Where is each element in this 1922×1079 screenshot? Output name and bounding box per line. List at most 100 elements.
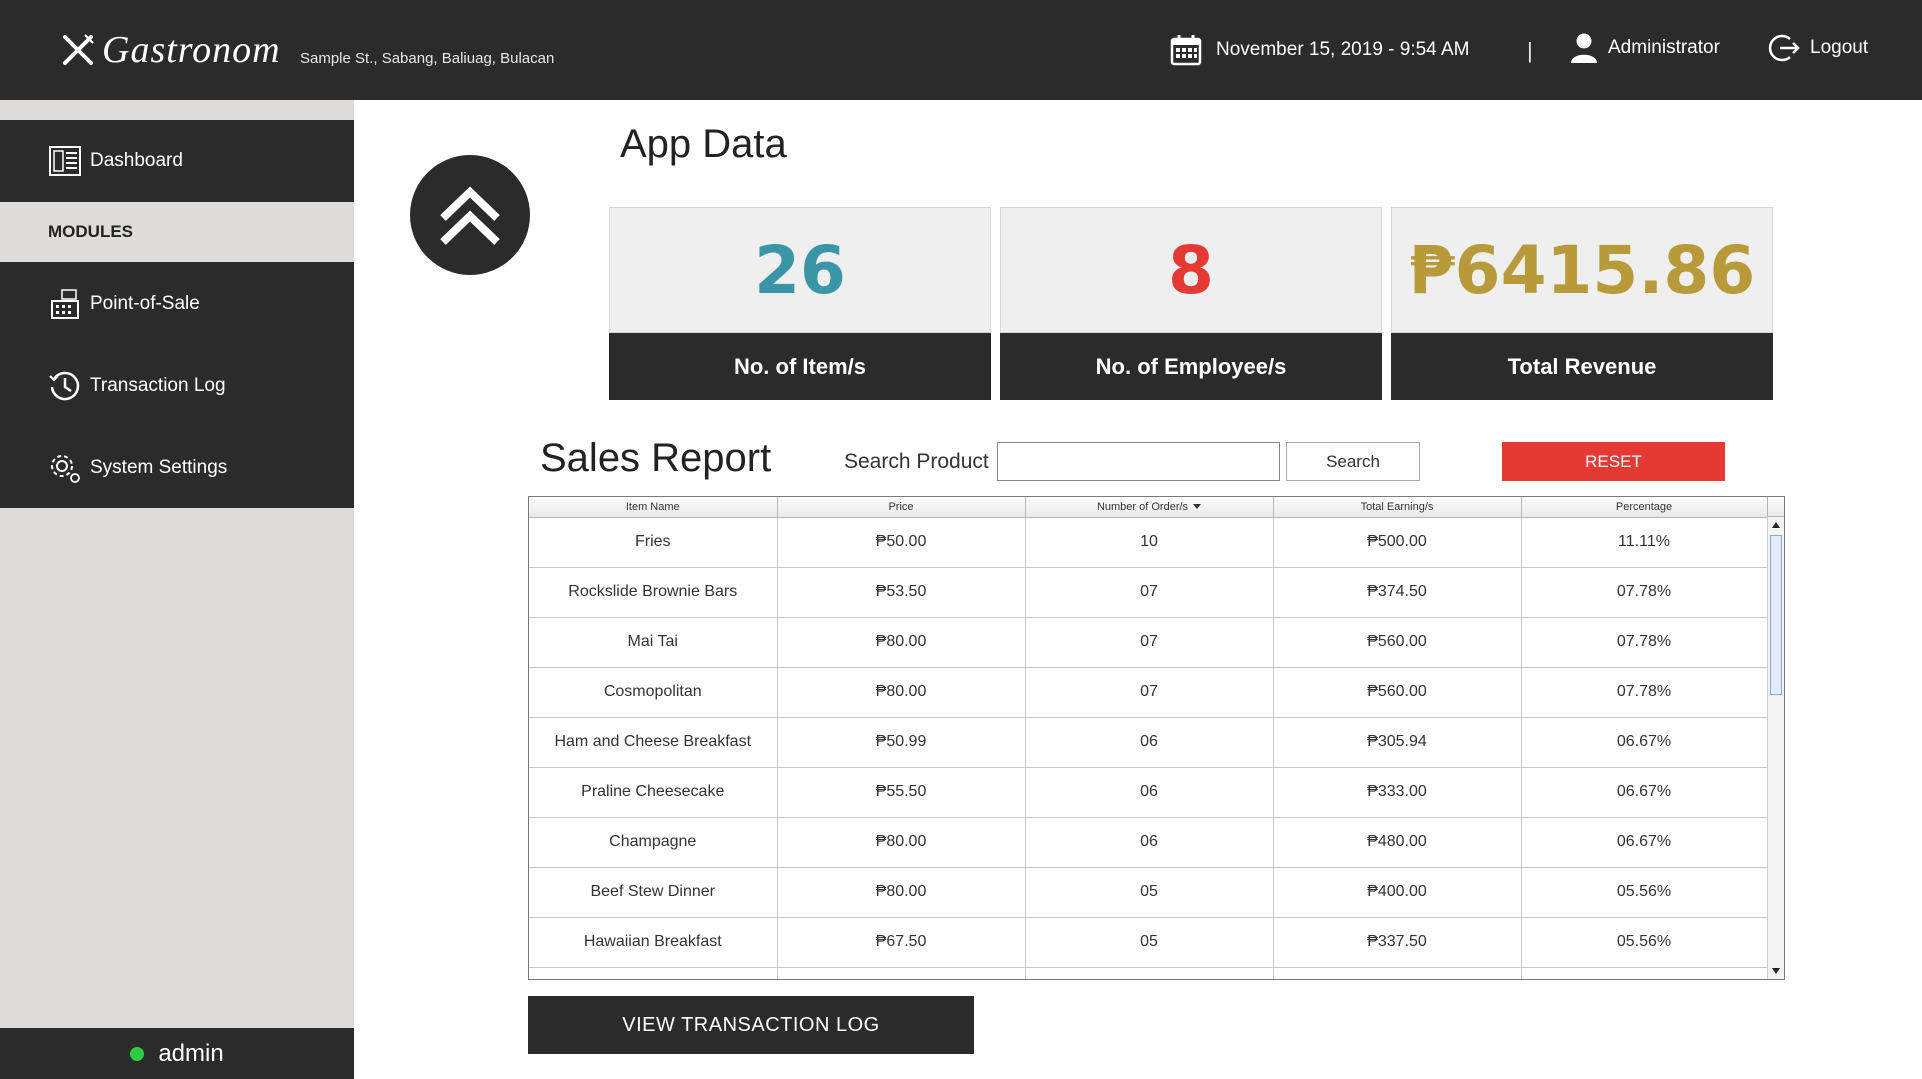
- table-cell: Cosmopolitan: [529, 667, 778, 718]
- table-row[interactable]: Mai Tai ₱80.00 07 ₱560.00 07.78%: [529, 617, 1768, 668]
- table-cell: 07: [1025, 567, 1274, 618]
- logout-icon: [1768, 34, 1800, 62]
- clock-icon: [49, 371, 80, 401]
- table-cell: ₱67.50: [777, 917, 1026, 968]
- brand: Gastronom: [60, 28, 281, 72]
- table-cell: [777, 967, 1026, 979]
- table-cell: 07.78%: [1521, 667, 1768, 718]
- table-cell: Mai Tai: [529, 617, 778, 668]
- sidebar-item-point-of-sale[interactable]: Point-of-Sale: [0, 264, 354, 344]
- sidebar-item-label: System Settings: [90, 457, 228, 478]
- table-cell: ₱55.50: [777, 767, 1026, 818]
- current-user-footer: admin: [0, 1028, 354, 1079]
- table-cell: Praline Cheesecake: [529, 767, 778, 818]
- view-transaction-log-button[interactable]: VIEW TRANSACTION LOG: [528, 996, 974, 1054]
- table-cell: ₱374.50: [1273, 567, 1522, 618]
- table-cell: [1521, 967, 1768, 979]
- table-cell: 06: [1025, 717, 1274, 768]
- logout-button[interactable]: Logout: [1768, 32, 1868, 64]
- stat-card-items: 26 No. of Item/s: [609, 207, 991, 400]
- scroll-to-top-button[interactable]: [410, 155, 530, 275]
- table-cell: 05.56%: [1521, 867, 1768, 918]
- calendar-icon: [1170, 35, 1202, 66]
- table-cell: 11.11%: [1521, 517, 1768, 568]
- header-separator: |: [1527, 38, 1533, 63]
- search-button[interactable]: Search: [1286, 442, 1420, 481]
- sidebar-item-label: Dashboard: [90, 150, 183, 171]
- scroll-up-arrow-icon[interactable]: [1768, 517, 1784, 533]
- gear-icon: [51, 455, 80, 483]
- logout-label: Logout: [1810, 37, 1869, 58]
- datetime-text: November 15, 2019 - 9:54 AM: [1216, 39, 1470, 60]
- table-row[interactable]: Beef Stew Dinner ₱80.00 05 ₱400.00 05.56%: [529, 867, 1768, 918]
- table-cell: ₱80.00: [777, 867, 1026, 918]
- search-product-label: Search Product: [844, 450, 989, 473]
- table-cell: 07: [1025, 617, 1274, 668]
- table-vertical-scrollbar[interactable]: [1767, 517, 1784, 979]
- table-cell: ₱560.00: [1273, 617, 1522, 668]
- table-cell: Rockslide Brownie Bars: [529, 567, 778, 618]
- column-header-total-earnings[interactable]: Total Earning/s: [1273, 497, 1522, 518]
- table-cell: ₱80.00: [777, 617, 1026, 668]
- online-status-indicator: [130, 1046, 145, 1061]
- table-cell: 06.67%: [1521, 717, 1768, 768]
- sort-descending-icon: [1193, 504, 1202, 510]
- table-cell: 06.67%: [1521, 817, 1768, 868]
- table-cell: ₱500.00: [1273, 517, 1522, 568]
- register-icon: [51, 289, 79, 319]
- column-header-orders[interactable]: Number of Order/s: [1025, 497, 1274, 518]
- table-cell: Fries: [529, 517, 778, 568]
- table-row[interactable]: Hawaiian Breakfast ₱67.50 05 ₱337.50 05.56%: [529, 917, 1768, 968]
- stat-card-revenue: ₱6415.86 Total Revenue: [1391, 207, 1773, 400]
- table-cell: 05: [1025, 867, 1274, 918]
- table-header-row: Item Name Price Number of Order/s Total …: [529, 497, 1768, 518]
- table-cell: ₱305.94: [1273, 717, 1522, 768]
- column-header-price[interactable]: Price: [777, 497, 1026, 518]
- modules-heading: MODULES: [0, 202, 354, 262]
- app-data-title: App Data: [620, 122, 787, 166]
- table-row[interactable]: Ham and Cheese Breakfast ₱50.99 06 ₱305.94 0…: [529, 717, 1768, 768]
- table-cell: [529, 967, 778, 979]
- table-cell: ₱50.99: [777, 717, 1026, 768]
- table-header-corner: [1767, 497, 1784, 517]
- table-cell: 07: [1025, 667, 1274, 718]
- stat-value: ₱6415.86: [1391, 207, 1773, 333]
- reset-button[interactable]: RESET: [1502, 442, 1725, 481]
- table-row[interactable]: Cosmopolitan ₱80.00 07 ₱560.00 07.78%: [529, 667, 1768, 718]
- table-cell: 07.78%: [1521, 617, 1768, 668]
- table-cell: ₱560.00: [1273, 667, 1522, 718]
- scroll-down-arrow-icon[interactable]: [1768, 963, 1784, 979]
- column-header-percentage[interactable]: Percentage: [1521, 497, 1768, 518]
- sidebar-item-transaction-log[interactable]: Transaction Log: [0, 346, 354, 426]
- user-menu[interactable]: Administrator: [1570, 32, 1720, 64]
- table-row[interactable]: Praline Cheesecake ₱55.50 06 ₱333.00 06.67%: [529, 767, 1768, 818]
- search-product-input[interactable]: [997, 442, 1280, 481]
- sidebar-item-label: Transaction Log: [90, 375, 226, 396]
- sidebar-item-system-settings[interactable]: System Settings: [0, 428, 354, 508]
- table-body: Fries ₱50.00 10 ₱500.00 11.11% Rockslide Brow…: [529, 517, 1768, 979]
- top-bar: Gastronom Sample St., Sabang, Baliuag, B…: [0, 0, 1922, 100]
- scrollbar-thumb[interactable]: [1770, 535, 1782, 695]
- double-chevron-up-icon: [440, 186, 500, 245]
- table-row[interactable]: Champagne ₱80.00 06 ₱480.00 06.67%: [529, 817, 1768, 868]
- current-user-name: admin: [158, 1039, 224, 1067]
- stat-value: 26: [609, 207, 991, 333]
- table-cell: ₱400.00: [1273, 867, 1522, 918]
- table-cell: [1025, 967, 1274, 979]
- store-address: Sample St., Sabang, Baliuag, Bulacan: [300, 50, 555, 67]
- table-cell: [1273, 967, 1522, 979]
- table-row[interactable]: [529, 967, 1768, 979]
- table-cell: Beef Stew Dinner: [529, 867, 778, 918]
- table-cell: ₱80.00: [777, 817, 1026, 868]
- stat-label: No. of Item/s: [609, 333, 991, 400]
- sidebar-item-dashboard[interactable]: Dashboard: [0, 121, 354, 201]
- user-name: Administrator: [1608, 37, 1720, 58]
- stat-card-employees: 8 No. of Employee/s: [1000, 207, 1382, 400]
- table-cell: Ham and Cheese Breakfast: [529, 717, 778, 768]
- user-icon: [1571, 33, 1597, 63]
- sales-report-title: Sales Report: [540, 436, 772, 480]
- column-header-item-name[interactable]: Item Name: [529, 497, 778, 518]
- table-row[interactable]: Rockslide Brownie Bars ₱53.50 07 ₱374.50 07.…: [529, 567, 1768, 618]
- brand-title: Gastronom: [102, 29, 281, 71]
- table-row[interactable]: Fries ₱50.00 10 ₱500.00 11.11%: [529, 517, 1768, 568]
